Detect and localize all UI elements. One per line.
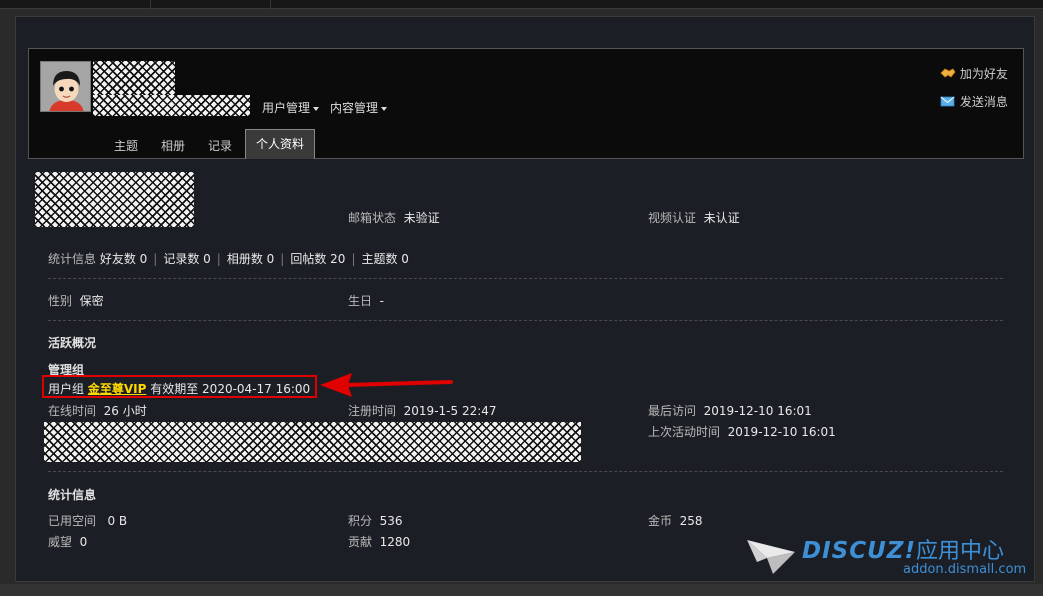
stat-records[interactable]: 记录数 0 — [163, 252, 210, 266]
valid-until: 有效期至 2020-04-17 16:00 — [150, 382, 311, 396]
last-visit-value: 2019-12-10 16:01 — [703, 404, 812, 418]
video-auth-label: 视频认证 — [648, 211, 697, 225]
user-group-value[interactable]: 金至尊VIP — [88, 382, 147, 396]
online-time: 在线时间 26 小时 — [48, 402, 147, 419]
contribution: 贡献 1280 — [348, 533, 410, 550]
redacted-username — [93, 61, 175, 95]
tab-threads[interactable]: 主题 — [114, 137, 138, 154]
used-space: 已用空间 0 B — [48, 512, 127, 529]
user-manage-label: 用户管理 — [262, 101, 311, 115]
video-auth: 视频认证 未认证 — [648, 209, 740, 226]
register-time-value: 2019-1-5 22:47 — [403, 404, 497, 418]
video-auth-value: 未认证 — [703, 211, 740, 225]
online-time-value: 26 小时 — [103, 404, 147, 418]
content-manage-menu[interactable]: 内容管理 — [330, 99, 388, 116]
used-space-label: 已用空间 — [48, 514, 97, 528]
last-active-value: 2019-12-10 16:01 — [727, 425, 836, 439]
watermark-url: addon.dismall.com — [903, 562, 1027, 577]
red-arrow-icon — [320, 373, 453, 397]
activity-title: 活跃概况 — [48, 336, 97, 350]
email-status-label: 邮箱状态 — [348, 211, 397, 225]
add-friend-button[interactable]: 加为好友 — [940, 65, 1008, 82]
redacted-info — [35, 172, 194, 227]
prestige: 威望 0 — [48, 533, 87, 550]
user-manage-menu[interactable]: 用户管理 — [262, 99, 320, 116]
stat-friends[interactable]: 好友数 0 — [100, 252, 147, 266]
last-active-label: 上次活动时间 — [648, 425, 721, 439]
envelope-icon — [940, 96, 955, 107]
birthday-value: - — [379, 294, 384, 308]
send-message-button[interactable]: 发送消息 — [940, 93, 1008, 110]
tab-profile[interactable]: 个人资料 — [245, 129, 315, 159]
stats-line-label: 统计信息 — [48, 252, 97, 266]
prestige-label: 威望 — [48, 535, 73, 549]
handshake-icon — [940, 68, 956, 78]
birthday-label: 生日 — [348, 294, 373, 308]
gender: 性别 保密 — [48, 292, 104, 309]
user-avatar[interactable] — [40, 61, 91, 112]
chevron-down-icon — [381, 106, 388, 111]
divider — [48, 471, 1003, 472]
tab-albums[interactable]: 相册 — [161, 137, 185, 154]
email-status: 邮箱状态 未验证 — [348, 209, 440, 226]
contribution-label: 贡献 — [348, 535, 373, 549]
points: 积分 536 — [348, 512, 403, 529]
discuz-logo-icon — [747, 540, 795, 574]
watermark-cn: 应用中心 — [915, 539, 1004, 564]
contribution-value: 1280 — [379, 535, 411, 549]
last-visit: 最后访问 2019-12-10 16:01 — [648, 402, 812, 419]
birthday: 生日 - — [348, 292, 384, 309]
redacted-ip — [44, 422, 581, 462]
chevron-down-icon — [313, 106, 320, 111]
points-value: 536 — [379, 514, 403, 528]
register-time-label: 注册时间 — [348, 404, 397, 418]
gender-label: 性别 — [48, 294, 73, 308]
gold-value: 258 — [679, 514, 703, 528]
content-manage-label: 内容管理 — [330, 101, 379, 115]
stat-threads[interactable]: 主题数 0 — [361, 252, 408, 266]
user-group: 用户组 金至尊VIP 有效期至 2020-04-17 16:00 — [48, 380, 310, 397]
tab-records[interactable]: 记录 — [208, 137, 232, 154]
stats-line: 统计信息 好友数 0 | 记录数 0 | 相册数 0 | 回帖数 20 | 主题数 0 — [48, 252, 409, 266]
stat-albums[interactable]: 相册数 0 — [227, 252, 274, 266]
online-time-label: 在线时间 — [48, 404, 97, 418]
redacted-username-2 — [93, 95, 250, 116]
send-message-label: 发送消息 — [959, 95, 1008, 109]
user-group-label: 用户组 — [48, 382, 85, 396]
gold: 金币 258 — [648, 512, 703, 529]
prestige-value: 0 — [79, 535, 88, 549]
footer-strip — [0, 584, 1043, 596]
stat-replies[interactable]: 回帖数 20 — [290, 252, 345, 266]
divider — [48, 278, 1003, 279]
points-label: 积分 — [348, 514, 373, 528]
top-bar — [0, 0, 1043, 9]
add-friend-label: 加为好友 — [959, 67, 1008, 81]
divider — [48, 320, 1003, 321]
last-active: 上次活动时间 2019-12-10 16:01 — [648, 423, 836, 440]
register-time: 注册时间 2019-1-5 22:47 — [348, 402, 497, 419]
gender-value: 保密 — [79, 294, 104, 308]
watermark: DISCUZ!应用中心 — [802, 533, 1004, 565]
used-space-value: 0 B — [107, 514, 128, 528]
gold-label: 金币 — [648, 514, 673, 528]
last-visit-label: 最后访问 — [648, 404, 697, 418]
email-status-value: 未验证 — [403, 211, 440, 225]
avatar-icon — [41, 62, 90, 111]
statistics-title: 统计信息 — [48, 488, 97, 502]
watermark-brand: DISCUZ! — [802, 538, 916, 564]
